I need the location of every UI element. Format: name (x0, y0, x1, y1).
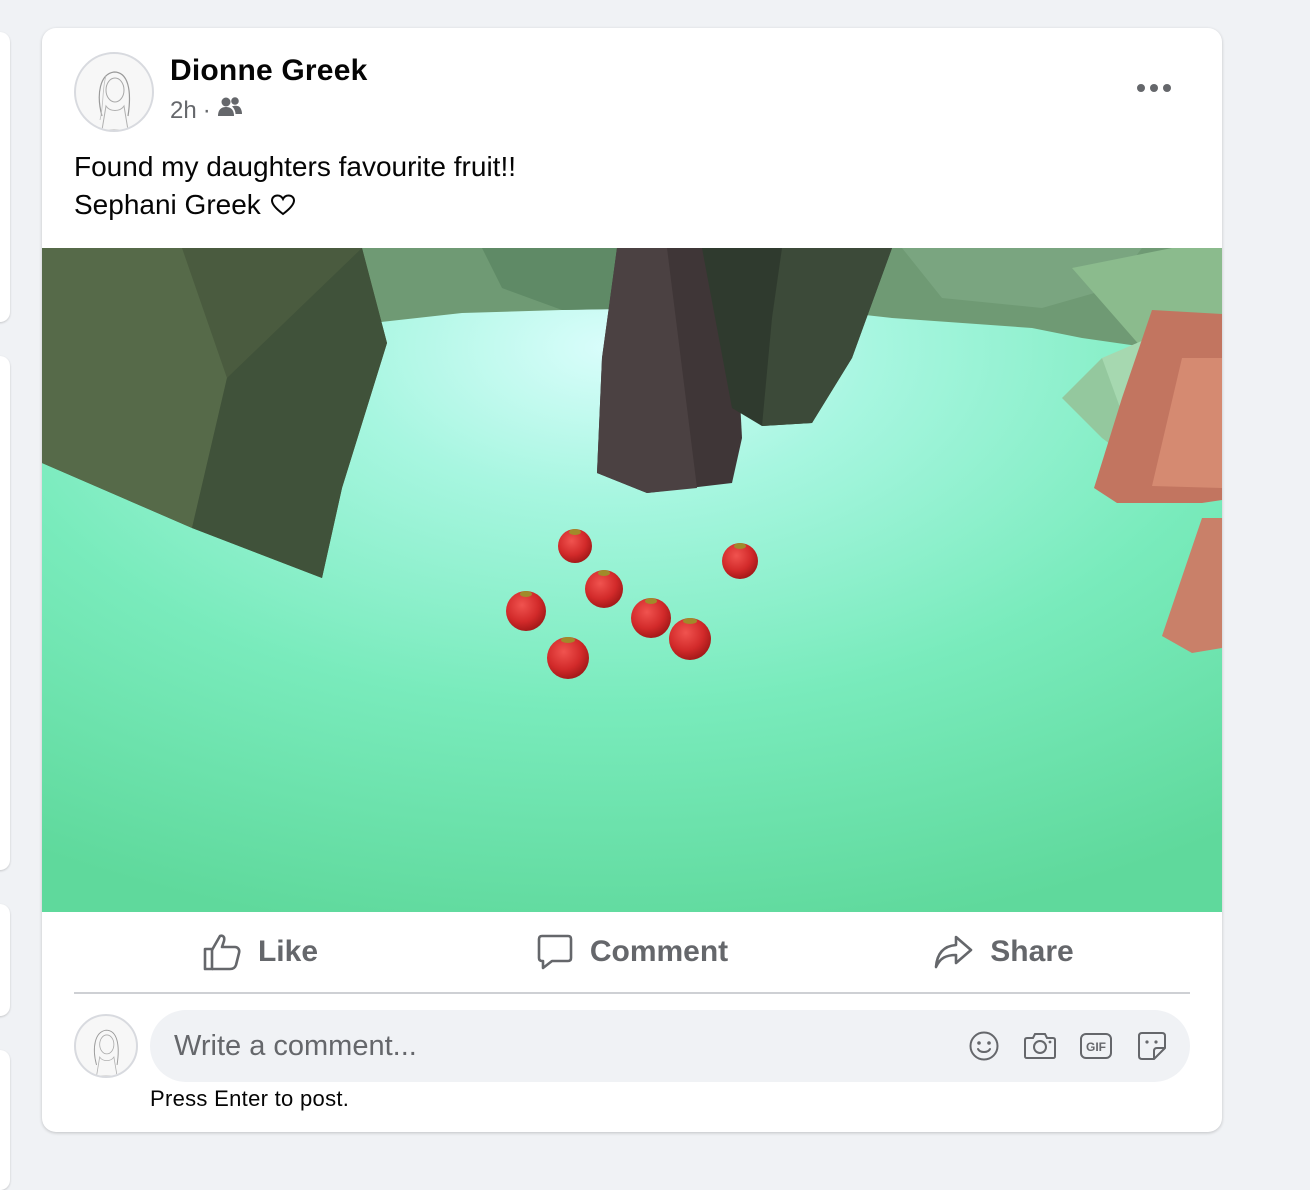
press-enter-hint: Press Enter to post. (150, 1086, 350, 1111)
side-card (0, 32, 10, 322)
more-options-button[interactable] (1126, 64, 1182, 112)
post-photo[interactable] (42, 248, 1222, 912)
side-card (0, 904, 10, 1016)
post-time[interactable]: 2h (170, 97, 197, 125)
gif-icon[interactable]: GIF (1076, 1026, 1116, 1066)
heart-icon (270, 194, 295, 216)
share-button[interactable]: Share (818, 920, 1190, 984)
comment-input[interactable] (150, 1015, 964, 1077)
like-label: Like (257, 935, 319, 968)
side-card (0, 1050, 10, 1190)
camera-icon[interactable] (1020, 1026, 1060, 1066)
post-text-line2: Sephani Greek (74, 186, 1174, 224)
share-label: Share (990, 935, 1074, 968)
like-button[interactable]: Like (74, 920, 446, 984)
post-meta: 2h · (170, 96, 243, 125)
current-user-avatar[interactable] (74, 1014, 138, 1078)
smiley-icon[interactable] (964, 1026, 1004, 1066)
friends-icon[interactable] (217, 96, 243, 125)
side-card (0, 356, 10, 870)
tagged-person[interactable]: Sephani Greek (74, 186, 261, 224)
comment-label: Comment (589, 935, 729, 968)
post-text-line1: Found my daughters favourite fruit!! (74, 151, 516, 182)
ellipsis-icon (1137, 84, 1171, 92)
comment-box: GIF (150, 1010, 1190, 1082)
comment-tools: GIF (964, 1026, 1190, 1066)
comment-button[interactable]: Comment (446, 920, 818, 984)
speech-bubble-icon (536, 933, 574, 971)
post-card: Dionne Greek 2h · Found my daughters fav… (42, 28, 1222, 1132)
sticker-icon[interactable] (1132, 1026, 1172, 1066)
share-arrow-icon (934, 934, 974, 970)
author-name[interactable]: Dionne Greek (170, 54, 367, 88)
author-avatar[interactable] (74, 52, 154, 132)
svg-text:GIF: GIF (1086, 1040, 1106, 1054)
thumbs-up-icon (202, 932, 242, 972)
post-text: Found my daughters favourite fruit!! Sep… (74, 148, 1174, 224)
post-actions: Like Comment Share (74, 912, 1190, 994)
meta-separator: · (202, 96, 211, 124)
